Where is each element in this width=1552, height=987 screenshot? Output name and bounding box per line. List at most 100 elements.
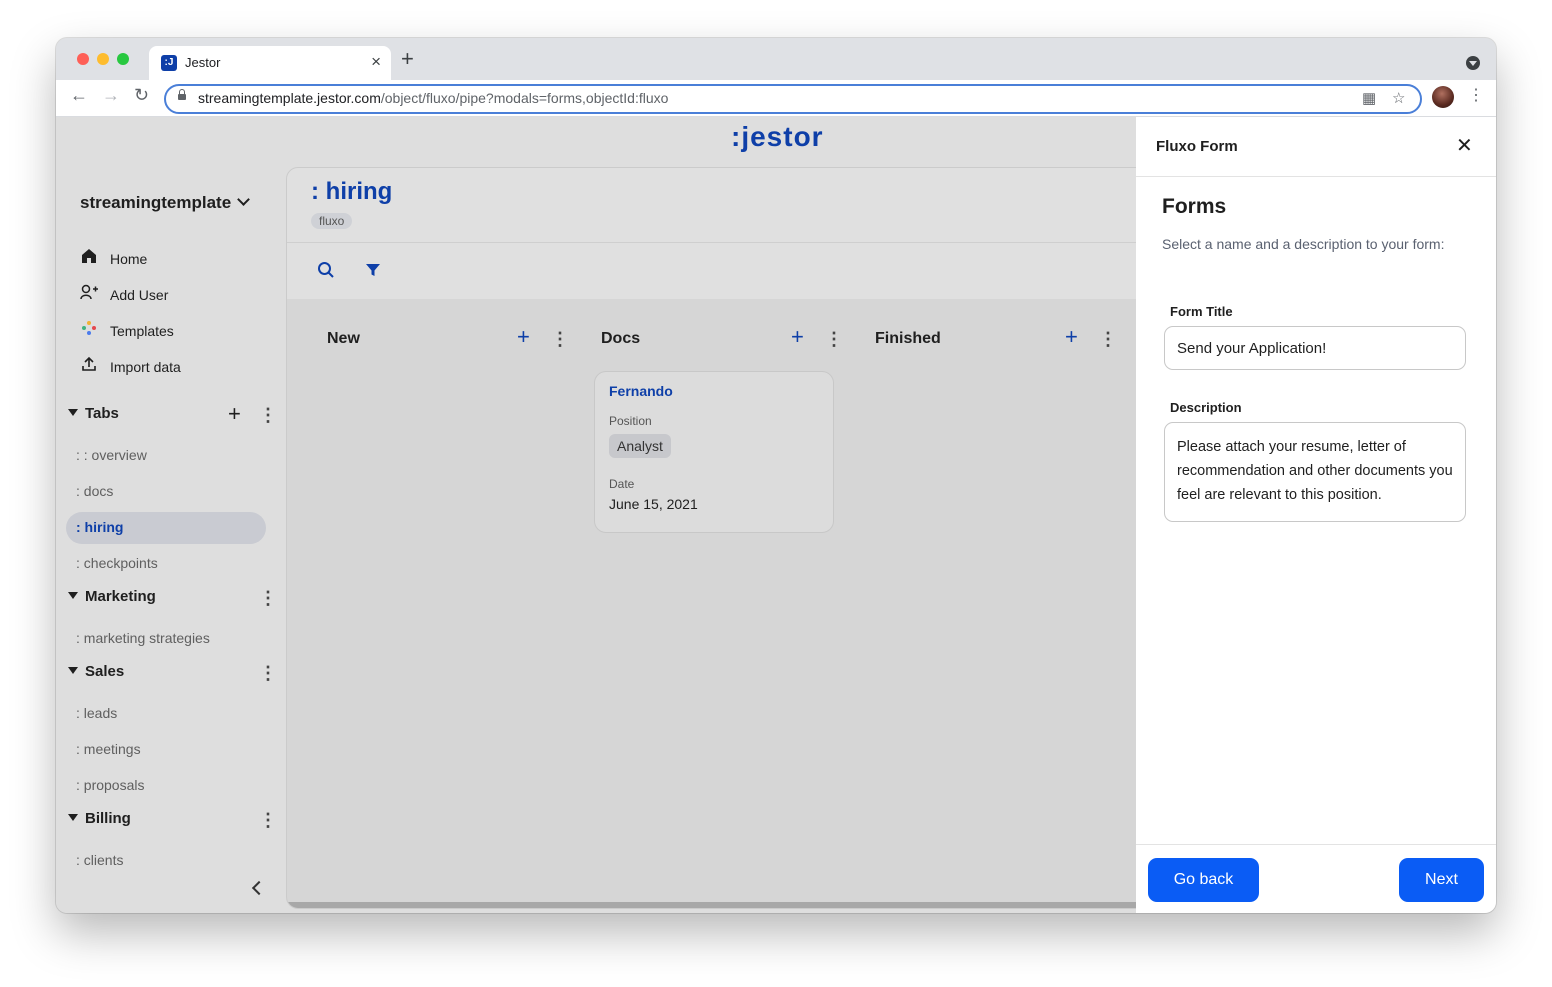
sidebar-item-templates[interactable]: Templates: [80, 320, 174, 339]
section-title: Billing: [85, 810, 131, 827]
jestor-app: :jestor streamingtemplate Home Add User …: [56, 117, 1496, 913]
column-title-docs: Docs: [601, 330, 641, 347]
tabs-kebab-menu-icon[interactable]: ⋮: [259, 406, 277, 424]
section-header-billing[interactable]: Billing: [68, 810, 131, 827]
sidebar-item-import-data[interactable]: Import data: [80, 356, 181, 375]
section-header-sales[interactable]: Sales: [68, 663, 124, 680]
description-label: Description: [1170, 400, 1242, 415]
home-icon: [80, 248, 98, 267]
sales-kebab-menu-icon[interactable]: ⋮: [259, 664, 277, 682]
add-user-icon: [80, 284, 98, 303]
sidebar-item-label: : leads: [76, 705, 118, 721]
chevron-down-icon: [237, 193, 251, 206]
board-toolbar: [287, 243, 1187, 299]
column-finished-kebab-icon[interactable]: ⋮: [1099, 330, 1117, 348]
caret-down-icon: [68, 667, 78, 674]
url-host: streamingtemplate.jestor.com: [198, 90, 381, 106]
sidebar-item-label: : clients: [76, 852, 124, 868]
sidebar-item-label: Import data: [110, 359, 181, 375]
sidebar-item-label: : proposals: [76, 777, 145, 793]
sidebar-item-label: : marketing strategies: [76, 630, 210, 646]
column-title-new: New: [327, 330, 360, 347]
marketing-kebab-menu-icon[interactable]: ⋮: [259, 589, 277, 607]
sidebar-item-proposals[interactable]: : proposals: [76, 777, 144, 793]
star-bookmark-icon[interactable]: ☆: [1392, 89, 1405, 107]
minimize-window-button[interactable]: [97, 53, 109, 65]
card-position-chip: Analyst: [609, 434, 671, 458]
form-title-value: Send your Application!: [1177, 340, 1327, 357]
chrome-menu-kebab-icon[interactable]: ⋮: [1468, 85, 1484, 105]
browser-toolbar: ← → ↻ streamingtemplate.jestor.com/objec…: [56, 80, 1496, 117]
horizontal-scrollbar[interactable]: [287, 902, 1187, 908]
description-textarea[interactable]: Please attach your resume, letter of rec…: [1164, 422, 1466, 522]
object-badge: fluxo: [311, 213, 353, 229]
reload-icon[interactable]: ↻: [134, 85, 149, 106]
close-icon[interactable]: ✕: [1456, 133, 1473, 158]
forward-arrow-icon[interactable]: →: [102, 85, 120, 106]
sidebar-item-label: Templates: [110, 323, 174, 339]
forms-description: Select a name and a description to your …: [1162, 236, 1445, 252]
sidebar-item-overview[interactable]: : : overview: [76, 447, 147, 463]
record-card[interactable]: Fernando Position Analyst Date June 15, …: [594, 371, 834, 533]
jestor-logo: :jestor: [731, 121, 824, 152]
sidebar-item-clients[interactable]: : clients: [76, 852, 123, 868]
section-title: Marketing: [85, 588, 156, 605]
caret-down-icon: [68, 592, 78, 599]
caret-down-icon: [68, 814, 78, 821]
panel-footer: Go back Next: [1136, 844, 1496, 913]
address-bar[interactable]: streamingtemplate.jestor.com/object/flux…: [164, 84, 1422, 114]
section-header-marketing[interactable]: Marketing: [68, 588, 156, 605]
sidebar-item-label: Home: [110, 251, 148, 267]
lock-icon: [178, 89, 186, 100]
close-window-button[interactable]: [77, 53, 89, 65]
form-title-input[interactable]: Send your Application!: [1164, 326, 1466, 370]
next-button[interactable]: Next: [1399, 858, 1484, 902]
upload-icon: [80, 356, 98, 375]
tab-search-icon[interactable]: [1466, 56, 1480, 70]
sidebar-item-meetings[interactable]: : meetings: [76, 741, 141, 757]
form-title-label: Form Title: [1170, 304, 1233, 319]
sidebar-item-home[interactable]: Home: [80, 248, 147, 267]
card-title: Fernando: [609, 383, 673, 399]
profile-avatar[interactable]: [1432, 86, 1454, 108]
add-card-new-plus-icon[interactable]: +: [517, 326, 530, 348]
sidebar-item-marketing-strategies[interactable]: : marketing strategies: [76, 630, 210, 646]
card-position-label: Position: [609, 414, 652, 428]
filter-icon[interactable]: [365, 262, 381, 283]
sidebar-item-label: : : overview: [76, 447, 147, 463]
sidebar-item-add-user[interactable]: Add User: [80, 284, 168, 303]
column-title-finished: Finished: [875, 330, 941, 347]
qr-code-icon[interactable]: ▦: [1362, 89, 1376, 107]
sidebar-item-leads[interactable]: : leads: [76, 705, 117, 721]
sidebar-item-docs[interactable]: : docs: [76, 483, 113, 499]
sidebar-item-label: : hiring: [76, 519, 124, 535]
add-card-docs-plus-icon[interactable]: +: [791, 326, 804, 348]
section-header-tabs[interactable]: Tabs: [68, 405, 119, 422]
go-back-button[interactable]: Go back: [1148, 858, 1259, 902]
board-header: : hiring fluxo: [287, 168, 1187, 243]
column-new-kebab-icon[interactable]: ⋮: [551, 330, 569, 348]
sidebar-item-checkpoints[interactable]: : checkpoints: [76, 555, 158, 571]
search-icon[interactable]: [317, 261, 335, 284]
workspace-selector[interactable]: streamingtemplate: [80, 193, 251, 213]
url-text: streamingtemplate.jestor.com/object/flux…: [198, 90, 668, 106]
billing-kebab-menu-icon[interactable]: ⋮: [259, 811, 277, 829]
maximize-window-button[interactable]: [117, 53, 129, 65]
section-title: Sales: [85, 663, 125, 680]
sidebar-item-hiring[interactable]: : hiring: [76, 519, 123, 535]
column-docs-kebab-icon[interactable]: ⋮: [825, 330, 843, 348]
browser-tab-jestor[interactable]: :J Jestor ×: [149, 46, 391, 80]
panel-header: Fluxo Form ✕: [1136, 117, 1496, 177]
add-tab-plus-icon[interactable]: +: [228, 403, 241, 425]
url-path: /object/fluxo/pipe?modals=forms,objectId…: [380, 90, 669, 106]
browser-window: :J Jestor × + ← → ↻ streamingtemplate.je…: [56, 38, 1496, 913]
card-date-value: June 15, 2021: [609, 496, 698, 512]
tab-close-icon[interactable]: ×: [371, 52, 381, 72]
sidebar-item-label: : meetings: [76, 741, 141, 757]
collapse-sidebar-chevron-icon[interactable]: [251, 880, 267, 896]
forms-heading: Forms: [1162, 195, 1227, 218]
new-tab-plus-icon[interactable]: +: [401, 48, 414, 70]
add-card-finished-plus-icon[interactable]: +: [1065, 326, 1078, 348]
card-date-label: Date: [609, 477, 635, 491]
back-arrow-icon[interactable]: ←: [70, 85, 88, 106]
